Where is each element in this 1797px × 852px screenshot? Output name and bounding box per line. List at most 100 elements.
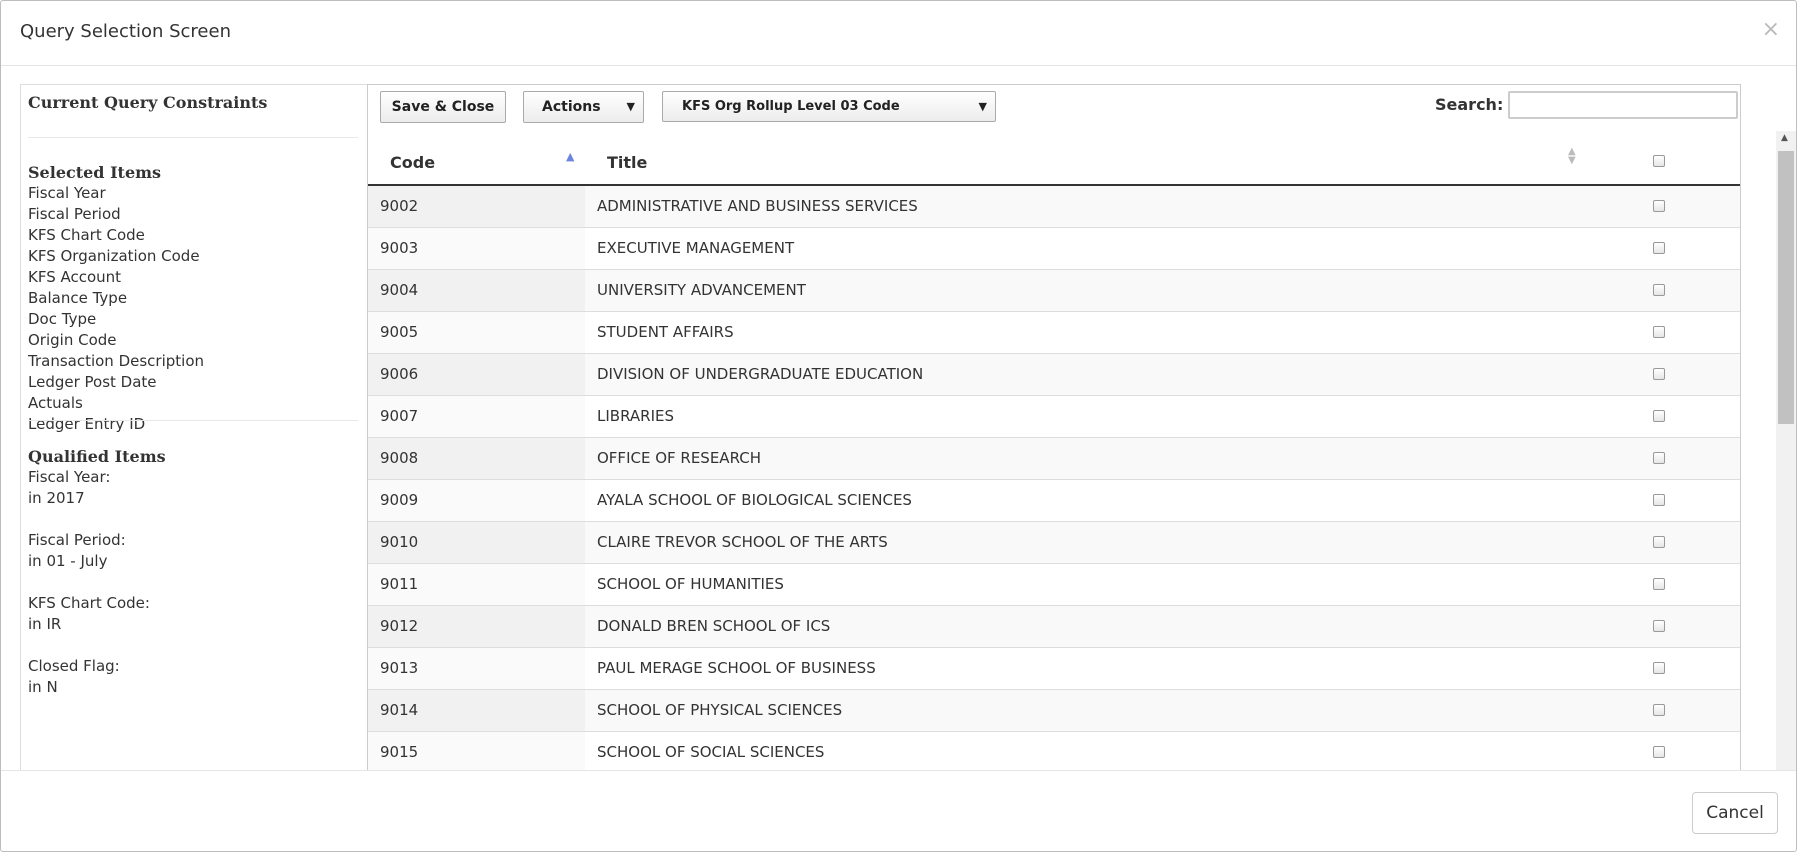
code-cell: 9010 xyxy=(368,522,585,563)
row-code: 9014 xyxy=(380,701,419,719)
table-row[interactable]: 9006 DIVISION OF UNDERGRADUATE EDUCATION xyxy=(368,354,1740,396)
qualified-items-heading: Qualified Items xyxy=(28,447,166,466)
selected-item: Origin Code xyxy=(28,331,117,349)
table-row[interactable]: 9014 SCHOOL OF PHYSICAL SCIENCES xyxy=(368,690,1740,732)
table-row[interactable]: 9005 STUDENT AFFAIRS xyxy=(368,312,1740,354)
row-code: 9002 xyxy=(380,197,419,215)
row-title: SCHOOL OF HUMANITIES xyxy=(597,575,784,593)
code-cell: 9008 xyxy=(368,438,585,479)
table-row[interactable]: 9011 SCHOOL OF HUMANITIES xyxy=(368,564,1740,606)
row-title: OFFICE OF RESEARCH xyxy=(597,449,761,467)
row-checkbox[interactable] xyxy=(1653,494,1665,506)
row-title: UNIVERSITY ADVANCEMENT xyxy=(597,281,806,299)
save-close-label: Save & Close xyxy=(391,99,495,115)
save-close-button[interactable]: Save & Close xyxy=(380,91,506,123)
row-title: CLAIRE TREVOR SCHOOL OF THE ARTS xyxy=(597,533,888,551)
qualified-item: Fiscal Year: in 2017 xyxy=(28,467,166,509)
cancel-button[interactable]: Cancel xyxy=(1692,792,1778,834)
row-checkbox[interactable] xyxy=(1653,704,1665,716)
constraints-panel: Current Query Constraints Selected Items… xyxy=(20,84,367,770)
row-title: SCHOOL OF PHYSICAL SCIENCES xyxy=(597,701,843,719)
row-title: AYALA SCHOOL OF BIOLOGICAL SCIENCES xyxy=(597,491,912,509)
selected-item: Doc Type xyxy=(28,310,97,328)
row-checkbox[interactable] xyxy=(1653,578,1665,590)
table-row[interactable]: 9002 ADMINISTRATIVE AND BUSINESS SERVICES xyxy=(368,186,1740,228)
table-row[interactable]: 9013 PAUL MERAGE SCHOOL OF BUSINESS xyxy=(368,648,1740,690)
table-row[interactable]: 9008 OFFICE OF RESEARCH xyxy=(368,438,1740,480)
code-cell: 9006 xyxy=(368,354,585,395)
row-code: 9004 xyxy=(380,281,419,299)
vertical-scrollbar[interactable]: ▲ ▼ xyxy=(1776,131,1796,770)
selected-item: KFS Chart Code xyxy=(28,226,145,244)
table-row[interactable]: 9010 CLAIRE TREVOR SCHOOL OF THE ARTS xyxy=(368,522,1740,564)
modal-header: Query Selection Screen × xyxy=(1,1,1796,66)
selected-item: KFS Account xyxy=(28,268,122,286)
modal-footer: Cancel xyxy=(1,770,1796,852)
dimension-select[interactable]: KFS Org Rollup Level 03 Code ▼ xyxy=(662,91,996,122)
divider xyxy=(28,137,358,138)
search-label: Search: xyxy=(1435,95,1504,114)
row-title: ADMINISTRATIVE AND BUSINESS SERVICES xyxy=(597,197,918,215)
row-code: 9013 xyxy=(380,659,419,677)
code-cell: 9011 xyxy=(368,564,585,605)
row-checkbox[interactable] xyxy=(1653,242,1665,254)
row-checkbox[interactable] xyxy=(1653,200,1665,212)
row-code: 9011 xyxy=(380,575,419,593)
row-code: 9012 xyxy=(380,617,419,635)
row-checkbox[interactable] xyxy=(1653,746,1665,758)
column-header-title[interactable]: Title xyxy=(607,153,647,172)
qualified-item-value: in 01 - July xyxy=(28,552,108,570)
search-input[interactable] xyxy=(1508,91,1738,119)
qualified-item-label: KFS Chart Code: xyxy=(28,594,150,612)
qualified-item-label: Fiscal Year: xyxy=(28,468,111,486)
row-code: 9008 xyxy=(380,449,419,467)
sort-both-icon: ▲ ▼ xyxy=(1568,146,1576,166)
selected-item: Fiscal Period xyxy=(28,205,121,223)
qualified-item-label: Closed Flag: xyxy=(28,657,120,675)
row-title: LIBRARIES xyxy=(597,407,674,425)
column-header-code[interactable]: Code xyxy=(390,153,435,172)
table-row[interactable]: 9015 SCHOOL OF SOCIAL SCIENCES xyxy=(368,732,1740,770)
table-row[interactable]: 9009 AYALA SCHOOL OF BIOLOGICAL SCIENCES xyxy=(368,480,1740,522)
qualified-item: KFS Chart Code: in IR xyxy=(28,593,166,635)
scroll-up-arrow-icon[interactable]: ▲ xyxy=(1781,133,1788,143)
code-cell: 9004 xyxy=(368,270,585,311)
row-checkbox[interactable] xyxy=(1653,620,1665,632)
constraints-title: Current Query Constraints xyxy=(28,93,268,112)
code-cell: 9012 xyxy=(368,606,585,647)
table-row[interactable]: 9012 DONALD BREN SCHOOL OF ICS xyxy=(368,606,1740,648)
row-checkbox[interactable] xyxy=(1653,284,1665,296)
close-icon[interactable]: × xyxy=(1762,17,1780,42)
qualified-items-section: Qualified Items Fiscal Year: in 2017 Fisca… xyxy=(28,446,166,719)
selected-item: Balance Type xyxy=(28,289,128,307)
chevron-down-icon: ▼ xyxy=(978,100,987,113)
selected-item: KFS Organization Code xyxy=(28,247,200,265)
selected-items-heading: Selected Items xyxy=(28,163,162,182)
row-code: 9009 xyxy=(380,491,419,509)
row-checkbox[interactable] xyxy=(1653,368,1665,380)
row-code: 9010 xyxy=(380,533,419,551)
scroll-thumb[interactable] xyxy=(1778,151,1794,424)
selected-item: Ledger Post Date xyxy=(28,373,157,391)
row-title: PAUL MERAGE SCHOOL OF BUSINESS xyxy=(597,659,876,677)
table-row[interactable]: 9004 UNIVERSITY ADVANCEMENT xyxy=(368,270,1740,312)
actions-dropdown[interactable]: Actions ▼ xyxy=(523,91,644,123)
modal-title: Query Selection Screen xyxy=(20,21,231,42)
row-checkbox[interactable] xyxy=(1653,662,1665,674)
row-checkbox[interactable] xyxy=(1653,452,1665,464)
table-row[interactable]: 9007 LIBRARIES xyxy=(368,396,1740,438)
qualified-item-value: in IR xyxy=(28,615,62,633)
selected-item: Fiscal Year xyxy=(28,184,106,202)
code-cell: 9013 xyxy=(368,648,585,689)
row-code: 9007 xyxy=(380,407,419,425)
row-checkbox[interactable] xyxy=(1653,536,1665,548)
select-all-checkbox[interactable] xyxy=(1653,155,1665,167)
code-cell: 9007 xyxy=(368,396,585,437)
query-selection-modal: Query Selection Screen × Current Query C… xyxy=(0,0,1797,852)
row-checkbox[interactable] xyxy=(1653,410,1665,422)
chevron-down-icon: ▼ xyxy=(626,100,635,113)
qualified-item-value: in 2017 xyxy=(28,489,85,507)
row-checkbox[interactable] xyxy=(1653,326,1665,338)
table-row[interactable]: 9003 EXECUTIVE MANAGEMENT xyxy=(368,228,1740,270)
code-cell: 9003 xyxy=(368,228,585,269)
